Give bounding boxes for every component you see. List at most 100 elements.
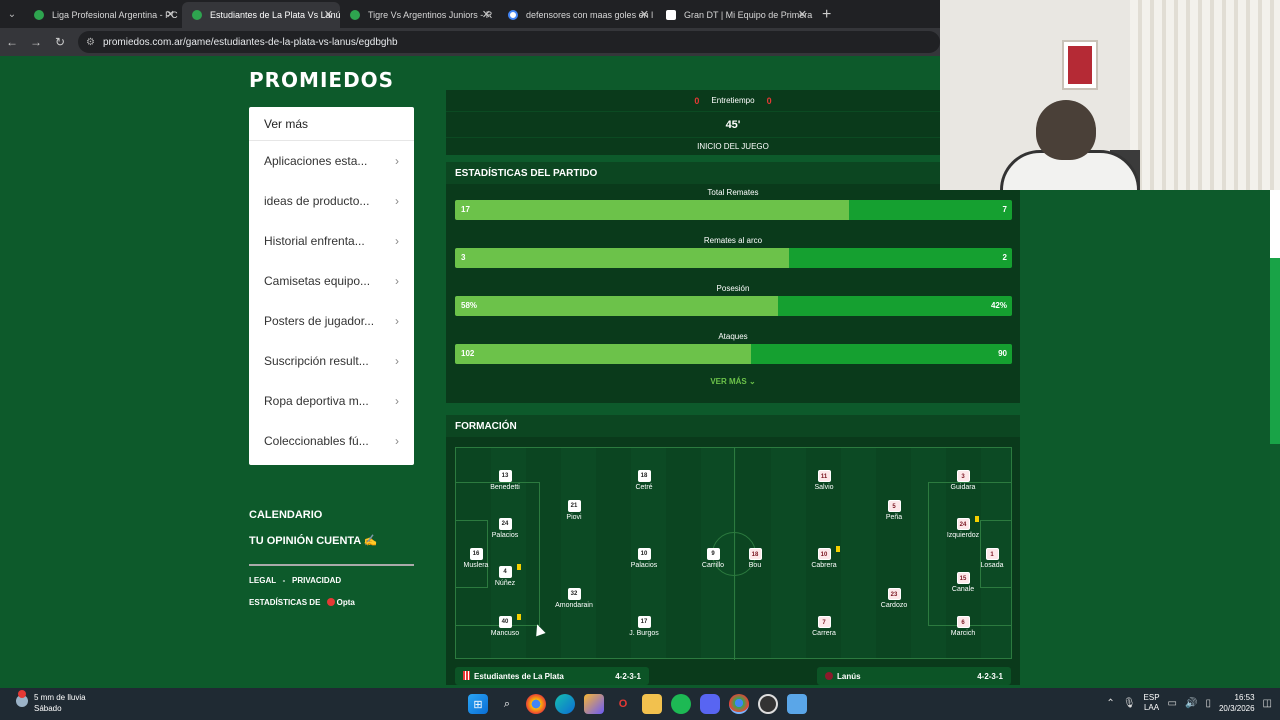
promiedos-logo[interactable]: PROMIEDOS [249, 68, 394, 92]
legal-link[interactable]: LEGAL [249, 576, 276, 585]
player-away[interactable]: 10 Cabrera [794, 546, 854, 569]
away-score: 0 [766, 95, 772, 106]
sidebar-item[interactable]: Camisetas equipo... › [249, 261, 414, 301]
network-icon[interactable]: ▭ [1168, 698, 1177, 709]
sidebar-item[interactable]: Ropa deportiva m... › [249, 381, 414, 421]
player-name: Mancuso [490, 630, 520, 637]
address-bar: ← → ↻ ⚙ promiedos.com.ar/game/estudiante… [0, 28, 940, 56]
reload-icon[interactable]: ↻ [48, 35, 72, 49]
player-name: Peña [885, 514, 903, 521]
player-home[interactable]: 4 Núñez [475, 564, 535, 587]
chrome-icon[interactable] [526, 694, 546, 714]
scrollbar-thumb[interactable] [1270, 258, 1280, 444]
chevron-up-icon[interactable]: ⌃ [1106, 698, 1114, 709]
tab-google-search[interactable]: defensores con maas goles en l ✕ [498, 2, 656, 28]
sidebar-item[interactable]: Historial enfrenta... › [249, 221, 414, 261]
stat-bar: 58% 42% [455, 296, 1012, 316]
player-home[interactable]: 18 Cetré [614, 470, 674, 491]
estudiantes-crest-icon [463, 671, 470, 680]
close-tab-icon[interactable]: ✕ [482, 8, 491, 21]
player-away[interactable]: 1 Losada [962, 548, 1022, 569]
close-tab-icon[interactable]: ✕ [640, 8, 649, 21]
close-tab-icon[interactable]: ✕ [324, 8, 333, 21]
player-shirt-icon: 6 [956, 616, 970, 628]
back-arrow-icon[interactable]: ← [0, 35, 24, 49]
battery-icon[interactable]: ▯ [1205, 698, 1211, 709]
search-icon[interactable]: ⌕ [497, 694, 517, 714]
player-away[interactable]: 24 Izquierdoz [933, 516, 993, 539]
close-tab-icon[interactable]: ✕ [166, 8, 175, 21]
new-tab-button[interactable]: + [814, 2, 839, 28]
lang-layout: LAA [1143, 703, 1160, 712]
player-away[interactable]: 6 Marcich [933, 616, 993, 637]
copilot-icon[interactable] [584, 694, 604, 714]
privacidad-link[interactable]: PRIVACIDAD [292, 576, 341, 585]
player-home[interactable]: 32 Amondarain [544, 588, 604, 609]
away-value: 2 [1002, 253, 1007, 262]
sidebar-item[interactable]: Coleccionables fú... › [249, 421, 414, 461]
player-shirt-icon: 9 [706, 548, 720, 560]
microphone-icon[interactable]: 🎙 [1123, 698, 1136, 709]
chevron-right-icon: › [395, 394, 399, 408]
player-name: Guidara [950, 484, 976, 491]
sidebar-item[interactable]: Aplicaciones esta... › [249, 141, 414, 181]
player-away[interactable]: 3 Guidara [933, 470, 993, 491]
sidebar-item[interactable]: Suscripción result... › [249, 341, 414, 381]
player-away[interactable]: 7 Carrera [794, 616, 854, 637]
forward-arrow-icon[interactable]: → [24, 35, 48, 49]
player-home[interactable]: 24 Palacios [475, 518, 535, 539]
player-home[interactable]: 10 Palacios [614, 548, 674, 569]
chevron-right-icon: › [395, 194, 399, 208]
home-value: 102 [461, 349, 475, 358]
file-explorer-icon[interactable] [642, 694, 662, 714]
site-info-icon[interactable]: ⚙ [86, 37, 95, 48]
clock[interactable]: 16:53 20/3/2026 [1219, 692, 1255, 714]
url-field[interactable]: ⚙ promiedos.com.ar/game/estudiantes-de-l… [78, 31, 940, 53]
away-team-name[interactable]: Lanús [825, 671, 861, 681]
notepad-icon[interactable] [787, 694, 807, 714]
tab-liga-profesional[interactable]: Liga Profesional Argentina - PC ✕ [24, 2, 182, 28]
tab-tigre-argentinos[interactable]: Tigre Vs Argentinos Juniors - R ✕ [340, 2, 498, 28]
player-home[interactable]: 40 Mancuso [475, 614, 535, 637]
sidebar-item[interactable]: Posters de jugador... › [249, 301, 414, 341]
spotify-icon[interactable] [671, 694, 691, 714]
player-away[interactable]: 18 Bou [725, 548, 785, 569]
tab-estudiantes-lanus[interactable]: Estudiantes de La Plata Vs Lanú ✕ [182, 2, 340, 28]
player-away[interactable]: 5 Peña [864, 500, 924, 521]
sidebar-item[interactable]: ideas de producto... › [249, 181, 414, 221]
yellow-card-icon [975, 516, 979, 522]
tab-title: Tigre Vs Argentinos Juniors - R [368, 10, 493, 20]
close-tab-icon[interactable]: ✕ [798, 8, 807, 21]
volume-icon[interactable]: 🔊 [1185, 698, 1197, 709]
notifications-icon[interactable]: ◫ [1263, 698, 1272, 709]
tab-title: Gran DT | Mi Equipo de Primera [684, 10, 813, 20]
player-home[interactable]: 21 Piovi [544, 500, 604, 521]
chevron-right-icon: › [395, 434, 399, 448]
player-away[interactable]: 15 Canale [933, 572, 993, 593]
chevron-right-icon: › [395, 314, 399, 328]
edge-icon[interactable] [555, 694, 575, 714]
player-shirt-icon: 21 [567, 500, 581, 512]
player-home[interactable]: 13 Benedetti [475, 470, 535, 491]
weather-widget[interactable]: 5 mm de lluvia Sábado [16, 690, 86, 714]
player-shirt-icon: 10 [817, 548, 831, 560]
opinion-link[interactable]: TU OPINIÓN CUENTA ✍ [249, 534, 378, 547]
chrome-active-icon[interactable] [729, 694, 749, 714]
opta-logo[interactable]: Opta [326, 598, 355, 607]
discord-icon[interactable] [700, 694, 720, 714]
away-bar [778, 296, 1012, 316]
player-away[interactable]: 23 Cardozo [864, 588, 924, 609]
ver-mas-button[interactable]: VER MÁS ⌄ [446, 368, 1020, 394]
tab-gran-dt[interactable]: Gran DT | Mi Equipo de Primera ✕ [656, 2, 814, 28]
tab-search-chevron-icon[interactable]: ⌄ [0, 0, 24, 28]
windows-start-icon[interactable]: ⊞ [468, 694, 488, 714]
formation-title: FORMACIÓN [446, 415, 1020, 437]
home-team-name[interactable]: Estudiantes de La Plata [463, 671, 564, 681]
calendario-link[interactable]: CALENDARIO [249, 509, 322, 521]
obs-icon[interactable] [758, 694, 778, 714]
opera-icon[interactable]: O [613, 694, 633, 714]
language-indicator[interactable]: ESP LAA [1144, 693, 1160, 713]
tab-title: Estudiantes de La Plata Vs Lanú [210, 10, 340, 20]
player-away[interactable]: 11 Salvio [794, 470, 854, 491]
player-home[interactable]: 17 J. Burgos [614, 616, 674, 637]
